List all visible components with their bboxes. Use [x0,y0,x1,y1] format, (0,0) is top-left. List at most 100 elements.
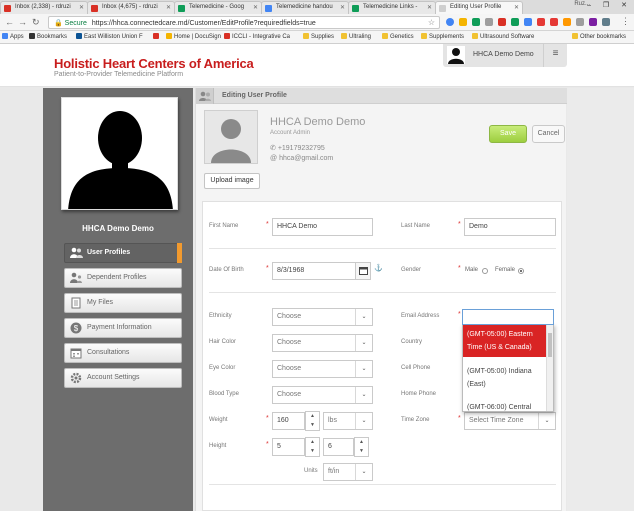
height-feet-stepper[interactable]: ▲ ▼ [305,437,320,457]
brand-title[interactable]: Holistic Heart Centers of America [54,56,254,71]
accessibility-icon[interactable]: ⚓ [374,264,383,272]
eye-color-select[interactable]: Choose ⌄ [272,360,373,378]
profile-phone: ✆ +19179232795 [270,145,325,152]
time-zone-search-input[interactable] [462,309,554,325]
folder-icon [572,33,578,39]
divider [209,292,556,293]
bookmark-item[interactable]: Apps [2,33,24,40]
url-text: https://hhca.connectedcare.md/Customer/E… [91,20,316,27]
extension-icon[interactable] [446,18,454,26]
reload-icon[interactable]: ↻ [32,17,40,28]
bookmark-folder[interactable]: Genetics [382,33,414,40]
save-button[interactable]: Save [489,125,527,143]
bookmark-icon [224,33,230,39]
bookmark-folder[interactable]: Ultraling [341,33,371,40]
weight-unit-select[interactable]: lbs ⌄ [323,412,373,430]
time-zone-option[interactable]: (GMT-05:00) Indiana (East) [463,362,547,394]
extension-icon[interactable] [563,18,571,26]
brand-tagline: Patient-to-Provider Telemedicine Platfor… [54,71,184,78]
sidebar-item-account-settings[interactable]: Account Settings [64,368,182,388]
user-menu[interactable]: HHCA Demo Demo ≡ [443,44,567,67]
forward-icon[interactable]: → [18,17,27,27]
svg-text:$: $ [74,324,79,333]
hair-color-select[interactable]: Choose ⌄ [272,334,373,352]
dropdown-scrollbar[interactable] [546,325,553,411]
bookmark-icon [76,33,82,39]
close-icon[interactable]: ✕ [79,4,84,11]
bookmark-item[interactable] [153,33,161,40]
calendar-icon[interactable] [355,262,371,280]
panel-title-bar: Editing User Profile [196,88,567,104]
window-controls[interactable]: – ❐ ✕ [587,1,632,9]
close-icon[interactable]: ✕ [166,4,171,11]
browser-tab-active[interactable]: Editing User Profile ✕ [435,1,523,14]
bookmark-folder[interactable]: Supplies [303,33,334,40]
extension-icon[interactable] [550,18,558,26]
ethnicity-select[interactable]: Choose ⌄ [272,308,373,326]
extension-icon[interactable] [511,18,519,26]
cancel-button[interactable]: Cancel [532,125,565,143]
docusign-icon [166,33,172,39]
hamburger-menu-icon[interactable]: ≡ [543,44,567,67]
browser-tab[interactable]: Inbox (4,675) - rdruzi ✕ [87,1,175,14]
first-name-input[interactable]: HHCA Demo [272,218,373,236]
extension-icon[interactable] [589,18,597,26]
browser-tab[interactable]: Telemedicine Links - ✕ [348,1,436,14]
extension-icon[interactable] [472,18,480,26]
blood-type-select[interactable]: Choose ⌄ [272,386,373,404]
browser-tab[interactable]: Telemedicine handou ✕ [261,1,349,14]
gmail-icon [91,5,98,12]
bookmark-folder[interactable]: Supplements [421,33,464,40]
time-zone-select[interactable]: Select Time Zone ⌄ [464,412,556,430]
edit-profile-panel: Editing User Profile HHCA Demo Demo Acco… [195,88,567,511]
units-select[interactable]: ft/in ⌄ [323,463,373,481]
weight-input[interactable]: 160 [272,412,305,430]
female-radio[interactable] [518,268,524,274]
required-marker: * [458,221,461,228]
male-radio[interactable] [482,268,488,274]
sidebar-item-my-files[interactable]: My Files [64,293,182,313]
back-icon[interactable]: ← [5,17,14,27]
bookmark-item[interactable]: Bookmarks [29,33,67,40]
sidebar-item-consultations[interactable]: Consultations [64,343,182,363]
bookmark-folder[interactable]: Ultrasound Software [472,33,534,40]
close-icon[interactable]: ✕ [253,4,258,11]
extension-icon[interactable] [524,18,532,26]
weight-stepper[interactable]: ▲ ▼ [305,411,320,431]
browser-tab[interactable]: Inbox (2,338) - rdruzi ✕ [0,1,88,14]
last-name-input[interactable]: Demo [464,218,556,236]
bookmark-item[interactable]: ICCLI - Integrative Ca [224,33,290,40]
close-icon[interactable]: ✕ [427,4,432,11]
other-bookmarks[interactable]: Other bookmarks [572,33,626,40]
url-input[interactable]: 🔒 Secure https://hhca.connectedcare.md/C… [48,16,440,29]
bookmark-item[interactable]: East Williston Union F [76,33,143,40]
height-feet-input[interactable]: 5 [272,438,305,456]
time-zone-option[interactable]: (GMT-05:00) Eastern Time (US & Canada) [463,325,547,357]
star-icon[interactable]: ☆ [428,18,435,27]
first-name-label: First Name [209,223,239,229]
dob-input[interactable]: 8/3/1968 [272,262,357,280]
close-icon[interactable]: ✕ [340,4,345,11]
upload-image-button[interactable]: Upload image [204,173,260,189]
extension-icon[interactable] [576,18,584,26]
height-inches-input[interactable]: 6 [323,438,354,456]
required-marker: * [266,415,269,422]
extension-icon[interactable] [498,18,506,26]
divider [209,484,556,485]
scrollbar-thumb[interactable] [548,333,552,357]
browser-tab[interactable]: Telemedicine - Goog ✕ [174,1,262,14]
extension-icon[interactable] [459,18,467,26]
profile-photo [61,97,178,210]
close-icon[interactable]: ✕ [514,4,519,11]
extension-icon[interactable] [537,18,545,26]
extension-icon[interactable] [485,18,493,26]
sidebar-item-user-profiles[interactable]: User Profiles [64,243,182,263]
bookmark-item[interactable]: Home | DocuSign [166,33,221,40]
extension-icon[interactable] [602,18,610,26]
hair-color-label: Hair Color [209,339,237,345]
sidebar-item-payment-information[interactable]: $ Payment Information [64,318,182,338]
height-inches-stepper[interactable]: ▲ ▼ [354,437,369,457]
chrome-menu-icon[interactable]: ⋮ [621,16,630,27]
sidebar-item-dependent-profiles[interactable]: Dependent Profiles [64,268,182,288]
time-zone-option[interactable]: (GMT-06:00) Central [463,398,547,411]
